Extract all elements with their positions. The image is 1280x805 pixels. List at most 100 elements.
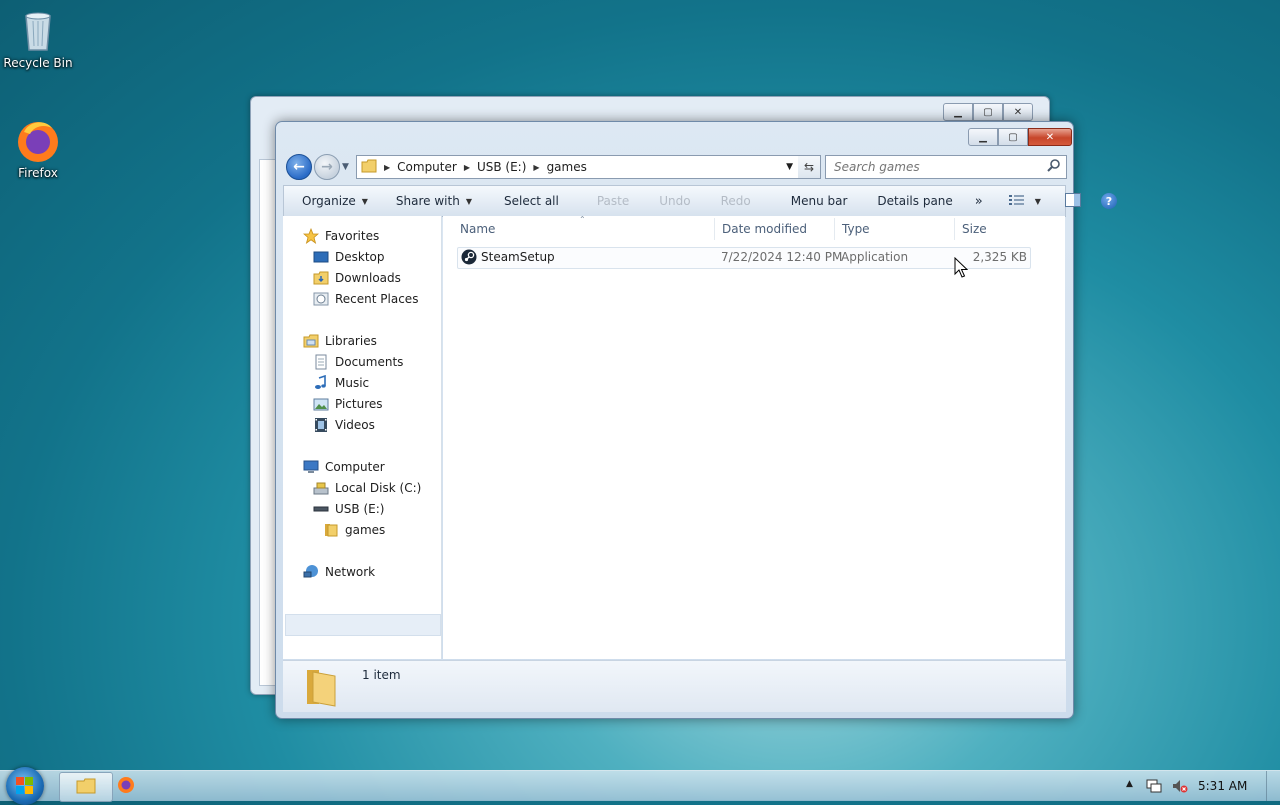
paste-button[interactable]: Paste xyxy=(597,186,629,216)
computer-icon xyxy=(303,459,319,475)
chevron-down-icon[interactable]: ▼ xyxy=(1035,197,1041,206)
firefox-icon xyxy=(14,116,62,164)
column-divider[interactable] xyxy=(834,218,835,240)
start-button[interactable] xyxy=(6,767,44,805)
taskbar-firefox-button[interactable] xyxy=(100,772,152,800)
help-button[interactable]: ? xyxy=(1100,186,1117,216)
breadcrumb-label: USB (E:) xyxy=(476,160,527,174)
nav-pictures[interactable]: Pictures xyxy=(313,394,383,414)
downloads-folder-icon xyxy=(313,270,329,286)
breadcrumb-separator[interactable]: ▶ xyxy=(464,163,470,172)
nav-downloads[interactable]: Downloads xyxy=(313,268,401,288)
breadcrumb-computer[interactable]: Computer xyxy=(397,160,457,174)
file-type: Application xyxy=(841,250,909,264)
nav-label: Pictures xyxy=(335,397,383,411)
search-icon[interactable] xyxy=(1047,158,1061,172)
network-tray-icon[interactable] xyxy=(1146,778,1162,797)
minimize-icon[interactable]: ▁ xyxy=(943,103,973,121)
column-header-name[interactable]: Name xyxy=(460,216,495,242)
taskbar-clock[interactable]: 5:31 AM xyxy=(1198,779,1247,793)
nav-desktop[interactable]: Desktop xyxy=(313,247,385,267)
navigation-row: ← → ▼ ▶ Computer ▶ USB (E:) ▶ games ▼ ⇆ xyxy=(284,154,1067,180)
nav-label: Downloads xyxy=(335,271,401,285)
nav-label: Desktop xyxy=(335,250,385,264)
nav-local-disk[interactable]: Local Disk (C:) xyxy=(313,478,421,498)
menu-bar-button[interactable]: Menu bar xyxy=(791,186,848,216)
select-all-button[interactable]: Select all xyxy=(504,186,559,216)
desktop-icon-label: Recycle Bin xyxy=(3,56,73,70)
refresh-button[interactable]: ⇆ xyxy=(798,155,821,179)
preview-pane-button[interactable] xyxy=(1064,186,1081,216)
details-pane-button[interactable]: Details pane xyxy=(877,186,952,216)
breadcrumb-separator[interactable]: ▶ xyxy=(533,163,539,172)
nav-usb[interactable]: USB (E:) xyxy=(313,499,384,519)
desktop-icon-firefox[interactable]: Firefox xyxy=(0,116,76,180)
libraries-icon xyxy=(303,333,319,349)
explorer-window[interactable]: ▁ ▢ ✕ ← → ▼ ▶ Computer ▶ USB (E:) ▶ game… xyxy=(275,121,1117,719)
show-hidden-icons-icon[interactable]: ▲ xyxy=(1126,779,1133,789)
windows-logo-icon xyxy=(16,777,34,798)
nav-label: Favorites xyxy=(325,229,380,243)
nav-network[interactable]: Network xyxy=(303,562,375,582)
more-commands-button[interactable]: » xyxy=(975,186,983,216)
close-button[interactable]: ✕ xyxy=(1028,128,1072,146)
maximize-button[interactable]: ▢ xyxy=(998,128,1028,146)
breadcrumb-separator[interactable]: ▶ xyxy=(384,163,390,172)
column-divider[interactable] xyxy=(954,218,955,240)
column-label: Size xyxy=(962,222,987,236)
search-input[interactable] xyxy=(832,159,1041,175)
minimize-button[interactable]: ▁ xyxy=(968,128,998,146)
pictures-icon xyxy=(313,396,329,412)
nav-documents[interactable]: Documents xyxy=(313,352,403,372)
nav-label: USB (E:) xyxy=(335,502,385,516)
column-header-size[interactable]: Size xyxy=(962,216,987,242)
caption-buttons: ▁ ▢ ✕ xyxy=(968,128,1072,146)
address-dropdown-icon[interactable]: ▼ xyxy=(786,162,793,172)
column-header-date-modified[interactable]: Date modified xyxy=(722,216,807,242)
steam-icon xyxy=(461,249,477,268)
back-button[interactable]: ← xyxy=(286,154,312,180)
address-bar[interactable]: ▶ Computer ▶ USB (E:) ▶ games ▼ xyxy=(356,155,800,179)
nav-libraries[interactable]: Libraries xyxy=(303,331,377,351)
breadcrumb-games[interactable]: games xyxy=(547,160,587,174)
nav-videos[interactable]: Videos xyxy=(313,415,375,435)
file-row[interactable]: SteamSetup 7/22/2024 12:40 PM Applicatio… xyxy=(457,247,1031,269)
organize-button[interactable]: Organize ▼ xyxy=(302,186,368,216)
nav-label: Network xyxy=(325,565,376,579)
maximize-icon[interactable]: ▢ xyxy=(973,103,1003,121)
show-desktop-button[interactable] xyxy=(1266,771,1280,801)
command-bar: Organize ▼ Share with ▼ Select all Paste U… xyxy=(283,185,1117,217)
organize-label: Organize xyxy=(302,194,356,208)
search-box[interactable] xyxy=(825,155,1067,179)
folder-icon xyxy=(361,159,377,176)
volume-muted-icon[interactable] xyxy=(1172,778,1188,797)
item-count: 1 item xyxy=(362,668,401,682)
column-label: Name xyxy=(460,222,496,236)
column-divider[interactable] xyxy=(714,218,715,240)
column-header-type[interactable]: Type xyxy=(842,216,870,242)
breadcrumb-usb[interactable]: USB (E:) xyxy=(477,160,526,174)
column-label: Date modified xyxy=(722,222,808,236)
chevron-down-icon: ▼ xyxy=(361,196,368,206)
desktop-icon-recycle-bin[interactable]: Recycle Bin xyxy=(0,6,76,70)
forward-button[interactable]: → xyxy=(314,154,340,180)
redo-button[interactable]: Redo xyxy=(721,186,751,216)
large-folder-icon xyxy=(303,666,339,711)
documents-icon xyxy=(313,354,329,370)
nav-music[interactable]: Music xyxy=(313,373,369,393)
hard-drive-icon xyxy=(313,480,329,496)
breadcrumb-label: Computer xyxy=(397,160,457,174)
nav-computer[interactable]: Computer xyxy=(303,457,385,477)
nav-label: Recent Places xyxy=(335,292,419,306)
nav-recent-places[interactable]: Recent Places xyxy=(313,289,418,309)
close-icon[interactable]: ✕ xyxy=(1003,103,1033,121)
sort-indicator-icon: ⌃ xyxy=(579,215,586,224)
nav-label: Local Disk (C:) xyxy=(335,481,422,495)
breadcrumb-label: games xyxy=(546,160,587,174)
undo-button[interactable]: Undo xyxy=(659,186,690,216)
nav-favorites[interactable]: Favorites xyxy=(302,226,380,246)
nav-games[interactable]: games xyxy=(323,520,385,540)
recent-pages-dropdown[interactable]: ▼ xyxy=(342,162,349,172)
share-with-button[interactable]: Share with ▼ xyxy=(396,186,472,216)
change-view-button[interactable]: ▼ xyxy=(1008,186,1041,216)
